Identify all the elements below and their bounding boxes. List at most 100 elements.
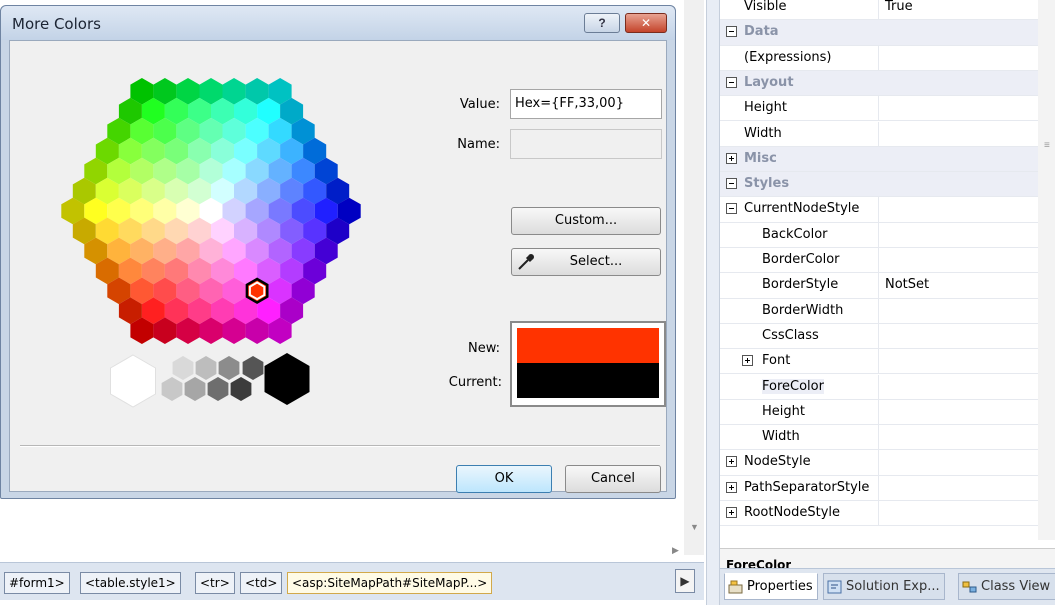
scroll-down-arrow-icon[interactable]: ▼ [690,522,699,532]
gray-color-cell[interactable] [161,377,183,401]
tab-solution-explorer[interactable]: Solution Exp... [823,573,945,600]
tab-class-view[interactable]: Class View [958,573,1055,600]
property-value[interactable] [878,399,1042,425]
close-button[interactable]: ✕ [625,13,667,33]
gray-color-cell[interactable] [242,356,264,380]
help-icon: ? [598,16,606,30]
property-row[interactable]: Misc [720,146,1042,173]
property-row[interactable]: Layout [720,70,1042,97]
name-label: Name: [457,137,500,152]
property-value[interactable] [878,450,1042,475]
collapse-icon[interactable] [726,178,737,190]
gray-color-cell[interactable] [184,377,206,401]
properties-icon [728,580,743,594]
property-row[interactable]: ForeColor [720,374,1042,400]
value-label: Value: [459,97,500,112]
property-name: CurrentNodeStyle [744,201,860,217]
collapse-icon[interactable] [726,203,737,215]
value-field[interactable]: Hex={FF,33,00} [510,89,662,119]
gray-color-cell[interactable] [207,377,229,401]
property-row[interactable]: Styles [720,172,1042,198]
close-icon: ✕ [640,16,652,30]
property-row[interactable]: Font [720,349,1042,375]
property-description-area: ForeColor [720,548,1055,568]
name-field[interactable] [510,129,662,159]
property-value[interactable] [878,20,1042,44]
property-row[interactable]: Height [720,96,1042,122]
property-value[interactable]: NotSet [878,273,1042,298]
property-row[interactable]: Width [720,121,1042,147]
color-hexagon-picker[interactable] [10,41,410,421]
property-value[interactable] [878,349,1042,374]
expand-icon[interactable] [726,456,737,468]
property-name: Styles [744,176,790,192]
property-name: Layout [744,74,794,90]
ok-button[interactable]: OK [456,465,552,493]
property-row[interactable]: CssClass [720,323,1042,350]
new-color-swatch [517,328,659,363]
gray-color-cell[interactable] [172,356,194,380]
collapse-icon[interactable] [726,76,737,88]
property-row[interactable]: BorderStyle NotSet [720,273,1042,299]
tag-item-table[interactable]: <table.style1> [80,572,181,594]
property-row[interactable]: BorderWidth [720,298,1042,324]
gray-color-cell[interactable] [218,356,240,380]
gray-color-cell[interactable] [195,356,217,380]
property-value[interactable] [878,147,1042,171]
expand-icon[interactable] [726,152,737,164]
expand-icon[interactable] [726,481,737,493]
property-value[interactable] [878,121,1042,146]
property-value[interactable] [878,475,1042,500]
white-color-cell[interactable] [110,354,156,408]
scroll-right-arrow-icon[interactable]: ▶ [672,545,679,556]
property-row[interactable]: Visible True [720,0,1042,21]
property-value[interactable] [878,425,1042,450]
property-value[interactable] [878,197,1042,222]
property-value[interactable] [878,45,1042,70]
property-row[interactable]: RootNodeStyle [720,501,1042,527]
panel-splitter[interactable] [706,0,720,605]
property-value[interactable] [878,374,1042,399]
property-row[interactable]: Width [720,425,1042,451]
black-color-cell[interactable] [264,353,310,405]
tag-item-tr[interactable]: <tr> [195,572,235,594]
property-row[interactable]: (Expressions) [720,45,1042,71]
property-value[interactable] [878,96,1042,121]
expand-icon[interactable] [726,507,737,518]
property-row[interactable]: PathSeparatorStyle [720,475,1042,501]
property-value[interactable] [878,248,1042,273]
tag-item-sitemappath[interactable]: <asp:SiteMapPath#SiteMapP...> [287,572,493,594]
tag-item-td[interactable]: <td> [240,572,283,594]
property-value[interactable]: True [878,0,1042,20]
tag-nav-right-icon[interactable]: ▶ [675,569,695,593]
expand-icon[interactable] [742,355,753,367]
select-button[interactable]: Select... [511,248,661,276]
tag-item-form1[interactable]: #form1> [4,572,70,594]
editor-vertical-scrollbar[interactable]: ▼ [684,0,704,555]
property-value[interactable] [878,298,1042,323]
property-row[interactable]: CurrentNodeStyle [720,197,1042,223]
property-row[interactable]: BorderColor [720,248,1042,274]
dialog-titlebar[interactable]: More Colors ? ✕ [1,6,675,40]
property-value[interactable] [878,172,1042,196]
collapse-icon[interactable] [726,26,737,38]
cancel-button[interactable]: Cancel [565,465,661,493]
property-value[interactable] [878,501,1042,526]
property-row[interactable]: Data [720,20,1042,46]
property-name: Height [762,403,805,419]
property-value[interactable] [878,222,1042,247]
tab-class-view-label: Class View [981,579,1051,594]
property-row[interactable]: NodeStyle [720,450,1042,476]
properties-scrollbar[interactable] [1038,0,1055,540]
tab-properties[interactable]: Properties [724,573,818,600]
scroll-grip-icon[interactable]: ≡ [1044,140,1050,151]
help-button[interactable]: ? [584,13,620,33]
property-row[interactable]: Height [720,399,1042,426]
property-value[interactable] [878,71,1042,95]
gray-color-cell[interactable] [230,377,252,401]
property-value[interactable] [878,323,1042,349]
tag-navigator-bar: #form1> <table.style1> <tr> <td> <asp:Si… [0,562,704,600]
property-row[interactable]: BackColor [720,222,1042,248]
custom-button[interactable]: Custom... [511,207,661,235]
current-color-swatch [517,363,659,398]
